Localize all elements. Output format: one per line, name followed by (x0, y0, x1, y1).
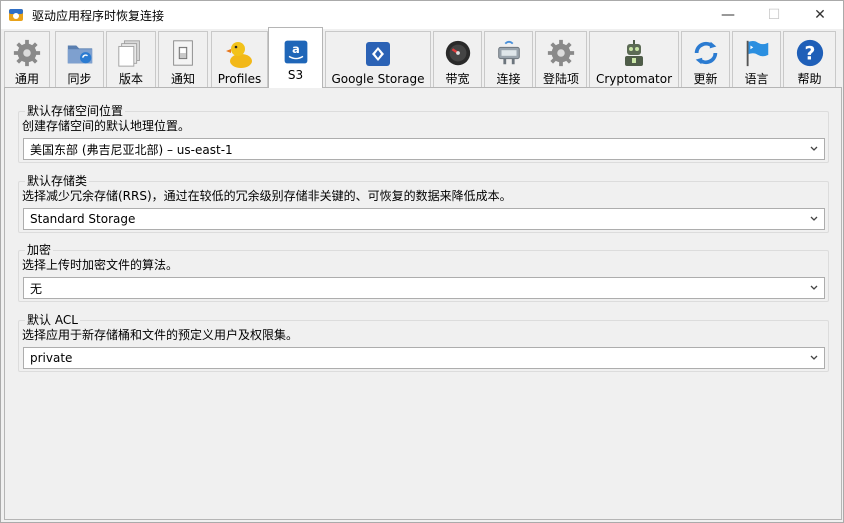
chevron-down-icon (810, 355, 818, 360)
tab-help[interactable]: ? 帮助 (783, 31, 836, 87)
switch-icon (173, 40, 193, 66)
tab-google-storage[interactable]: Google Storage (325, 31, 431, 87)
tab-update[interactable]: 更新 (681, 31, 730, 87)
location-select[interactable]: 美国东部 (弗吉尼亚北部) – us-east-1 (23, 138, 825, 160)
minimize-button[interactable]: — (705, 1, 751, 29)
location-value: 美国东部 (弗吉尼亚北部) – us-east-1 (30, 142, 233, 157)
documents-icon (118, 40, 140, 67)
tab-label: 更新 (693, 72, 718, 86)
tab-label: 帮助 (797, 72, 822, 86)
acl-description: 选择应用于新存储桶和文件的预定义用户及权限集。 (22, 328, 299, 342)
tab-language[interactable]: 语言 (732, 31, 781, 87)
preferences-window: 驱动应用程序时恢复连接 — ☐ ✕ 通用 同步 版本 通知 Profiles a… (0, 0, 844, 523)
encryption-description: 选择上传时加密文件的算法。 (22, 258, 179, 272)
tab-notifications[interactable]: 通知 (158, 31, 208, 87)
location-group: 默认存储空间位置 创建存储空间的默认地理位置。 美国东部 (弗吉尼亚北部) – … (18, 104, 829, 163)
title-bar: 驱动应用程序时恢复连接 — ☐ ✕ (1, 1, 843, 29)
acl-group: 默认 ACL 选择应用于新存储桶和文件的预定义用户及权限集。 private (18, 313, 829, 372)
tab-label: 同步 (67, 72, 92, 86)
network-icon (497, 40, 520, 65)
refresh-icon (694, 41, 717, 65)
amazon-s3-icon: a (284, 40, 307, 64)
storage-class-title: 默认存储类 (25, 174, 90, 188)
tab-connection[interactable]: 连接 (484, 31, 533, 87)
tab-label: Cryptomator (595, 72, 673, 86)
tab-label: 通知 (170, 72, 195, 86)
encryption-value: 无 (30, 281, 43, 296)
gear-login-icon (547, 39, 575, 67)
location-title: 默认存储空间位置 (25, 104, 126, 118)
help-icon: ? (796, 39, 823, 67)
tab-label: 连接 (496, 72, 521, 86)
tab-cryptomator[interactable]: Cryptomator (589, 31, 679, 87)
storage-class-select[interactable]: Standard Storage (23, 208, 825, 230)
tab-bandwidth[interactable]: 带宽 (433, 31, 482, 87)
acl-select[interactable]: private (23, 347, 825, 369)
tab-sync[interactable]: 同步 (55, 31, 104, 87)
tab-login-items[interactable]: 登陆项 (535, 31, 587, 87)
svg-text:a: a (292, 42, 300, 56)
sync-folder-icon (67, 45, 92, 64)
location-description: 创建存储空间的默认地理位置。 (22, 119, 191, 133)
svg-text:?: ? (804, 44, 815, 65)
tab-profiles[interactable]: Profiles (211, 31, 268, 87)
tab-versions[interactable]: 版本 (106, 31, 156, 87)
maximize-button[interactable]: ☐ (751, 1, 797, 29)
google-storage-icon (366, 42, 390, 66)
s3-settings-panel: 默认存储空间位置 创建存储空间的默认地理位置。 美国东部 (弗吉尼亚北部) – … (4, 87, 842, 520)
encryption-group: 加密 选择上传时加密文件的算法。 无 (18, 243, 829, 302)
tab-general[interactable]: 通用 (4, 31, 50, 87)
chevron-down-icon (810, 146, 818, 151)
gauge-icon (445, 40, 470, 66)
tab-label: 通用 (14, 72, 39, 86)
encryption-title: 加密 (25, 243, 54, 257)
app-icon (9, 9, 23, 21)
tab-label: 登陆项 (542, 72, 579, 86)
tab-label: S3 (287, 68, 304, 82)
storage-class-group: 默认存储类 选择减少冗余存储(RRS)，通过在较低的冗余级别存储非关键的、可恢复… (18, 174, 829, 233)
window-title: 驱动应用程序时恢复连接 (32, 8, 165, 23)
close-button[interactable]: ✕ (797, 1, 843, 29)
chevron-down-icon (810, 216, 818, 221)
storage-class-value: Standard Storage (30, 212, 136, 226)
acl-title: 默认 ACL (25, 313, 80, 327)
tab-label: 带宽 (445, 72, 470, 86)
acl-value: private (30, 351, 73, 365)
gear-icon (13, 39, 41, 67)
tab-label: 语言 (744, 72, 769, 86)
chevron-down-icon (810, 285, 818, 290)
tab-label: Profiles (217, 72, 262, 86)
storage-class-description: 选择减少冗余存储(RRS)，通过在较低的冗余级别存储非关键的、可恢复的数据来降低… (22, 189, 512, 203)
tab-s3[interactable]: a S3 (268, 27, 323, 88)
tab-label: 版本 (118, 72, 143, 86)
duck-icon (225, 42, 252, 68)
tab-label: Google Storage (331, 72, 425, 86)
encryption-select[interactable]: 无 (23, 277, 825, 299)
flag-icon (746, 40, 768, 67)
robot-icon (625, 40, 643, 66)
preferences-tabbar: 通用 同步 版本 通知 Profiles a S3 Google Storage… (4, 27, 842, 88)
